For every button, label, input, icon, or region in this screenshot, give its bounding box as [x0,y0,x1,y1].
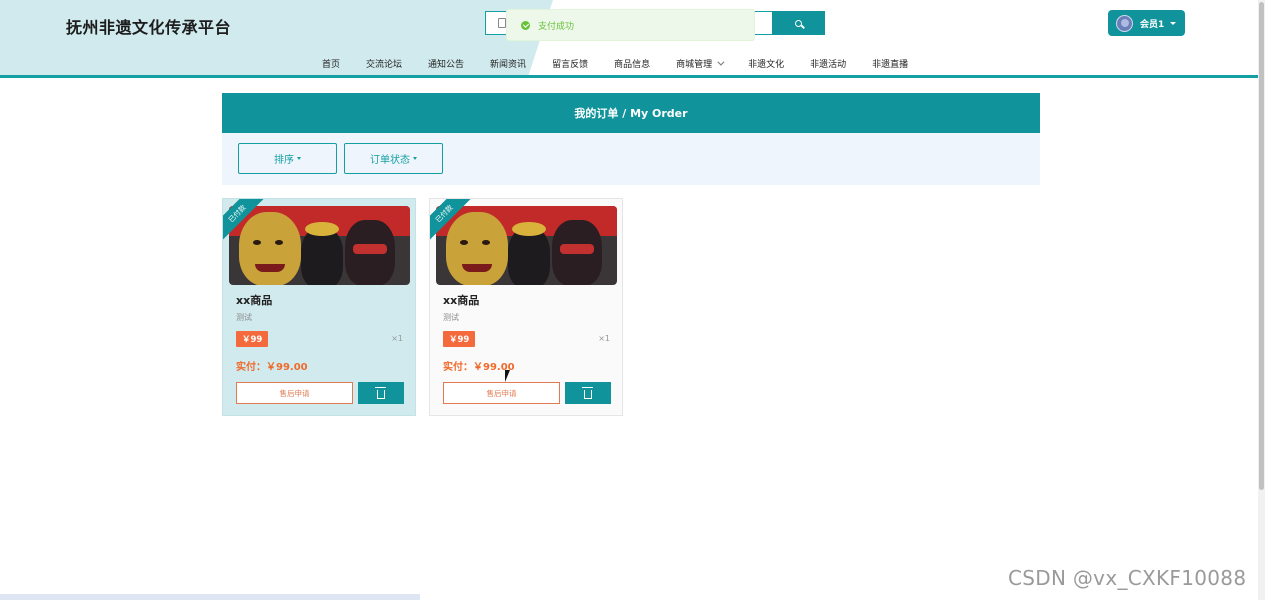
order-card[interactable]: 已付款 xx商品 测试 ￥99 ×1 实付：￥99.00 售后申请 [429,198,623,416]
trash-icon [375,386,386,399]
scrollbar-thumb[interactable] [1259,2,1264,490]
nav-item-news[interactable]: 新闻资讯 [490,55,526,71]
status-bar [0,594,420,600]
mouse-cursor-icon [505,370,510,382]
quantity: ×1 [598,334,610,343]
paid-amount: 实付：￥99.00 [443,362,515,373]
order-panel-header: 我的订单 / My Order [222,93,1040,133]
chevron-down-icon [717,58,725,66]
filter-bar: 排序 订单状态 [222,133,1040,185]
search-icon [795,19,802,27]
check-circle-icon [521,20,530,30]
nav-item-forum[interactable]: 交流论坛 [366,55,402,71]
search-prefix-icon [498,18,506,28]
nav-item-culture[interactable]: 非遗文化 [748,55,784,71]
page: 抚州非遗文化传承平台 支付成功 会员1 首页 交流论坛 通知公告 新闻资讯 留言… [0,0,1265,600]
product-image [436,206,617,285]
product-name: xx商品 [236,294,273,307]
order-status-dropdown[interactable]: 订单状态 [344,143,443,174]
caret-down-icon [297,157,301,160]
after-sale-button[interactable]: 售后申请 [443,382,560,404]
caret-down-icon [1170,21,1177,25]
sort-dropdown[interactable]: 排序 [238,143,337,174]
scrollbar[interactable] [1258,0,1265,600]
nav-item-mall-manage[interactable]: 商城管理 [676,55,725,71]
sort-label: 排序 [274,155,294,166]
user-menu-button[interactable]: 会员1 [1108,10,1185,36]
order-card[interactable]: 已付款 xx商品 测试 ￥99 ×1 实付：￥99.00 售后申请 [222,198,416,416]
caret-down-icon [413,157,417,160]
order-status-label: 订单状态 [370,155,410,166]
trash-icon [582,386,593,399]
delete-button[interactable] [565,382,611,404]
product-desc: 测试 [236,313,252,322]
nav-item-notice[interactable]: 通知公告 [428,55,464,71]
quantity: ×1 [391,334,403,343]
paid-amount: 实付：￥99.00 [236,362,308,373]
product-image [229,206,410,285]
nav-item-mall-manage-label: 商城管理 [676,59,713,70]
watermark: CSDN @vx_CXKF10088 [1008,566,1247,590]
after-sale-button[interactable]: 售后申请 [236,382,353,404]
price-tag: ￥99 [443,331,476,347]
nav-item-feedback[interactable]: 留言反馈 [552,55,588,71]
nav-item-products[interactable]: 商品信息 [614,55,650,71]
nav-item-live[interactable]: 非遗直播 [872,55,908,71]
user-name: 会员1 [1140,19,1165,30]
site-title: 抚州非遗文化传承平台 [66,18,232,37]
product-name: xx商品 [443,294,480,307]
nav-item-activities[interactable]: 非遗活动 [810,55,846,71]
delete-button[interactable] [358,382,404,404]
product-desc: 测试 [443,313,459,322]
main-nav: 首页 交流论坛 通知公告 新闻资讯 留言反馈 商品信息 商城管理 非遗文化 非遗… [322,55,934,71]
nav-item-home[interactable]: 首页 [322,55,340,71]
success-toast: 支付成功 [506,9,755,41]
page-title: 我的订单 / My Order [574,107,688,120]
header-divider [0,75,1258,78]
toast-message: 支付成功 [538,21,575,32]
avatar [1116,14,1133,32]
search-button[interactable] [772,11,825,35]
price-tag: ￥99 [236,331,269,347]
